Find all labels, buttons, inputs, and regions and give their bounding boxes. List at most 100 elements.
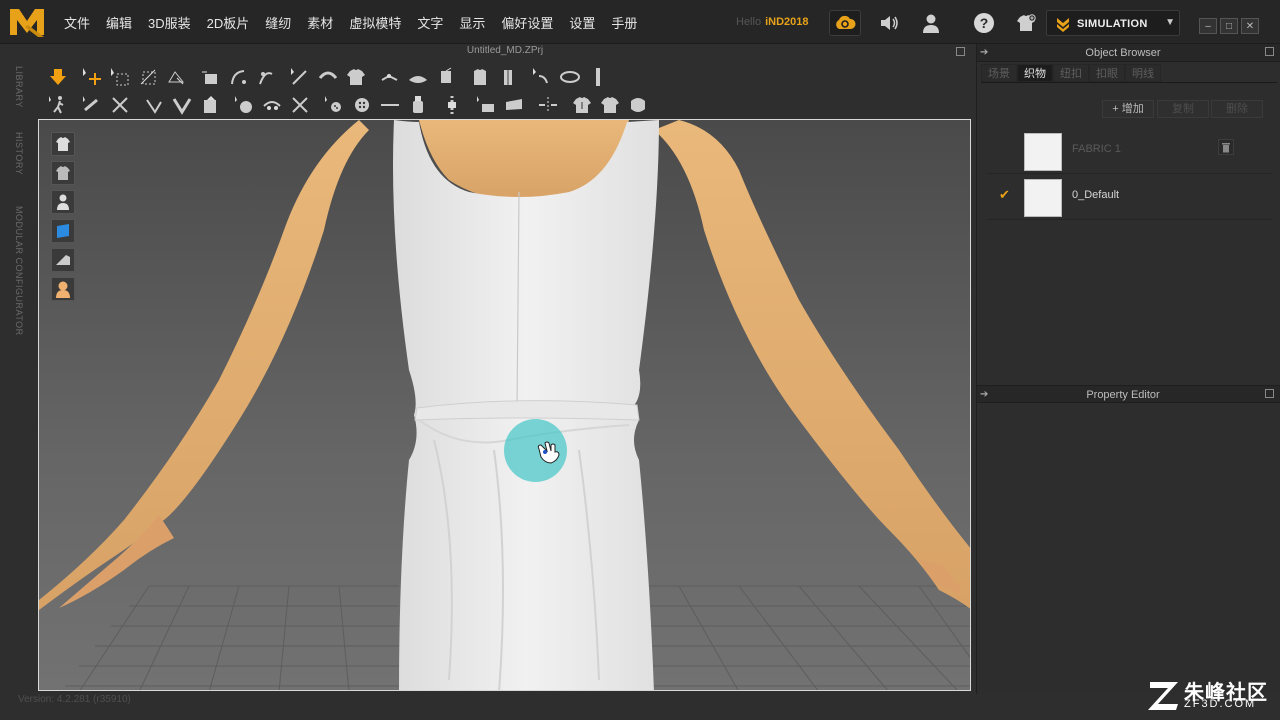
- zipper-puller-tool[interactable]: [404, 92, 432, 118]
- main-menu: 文件 编辑 3D服装 2D板片 缝纫 素材 虚拟模特 文字 显示 偏好设置 设置…: [56, 0, 645, 44]
- menu-sewing[interactable]: 缝纫: [257, 13, 299, 32]
- tab-topstitch[interactable]: 明线: [1125, 64, 1161, 82]
- menu-file[interactable]: 文件: [56, 13, 98, 32]
- help-button[interactable]: ?: [968, 10, 1000, 36]
- tab-fabric[interactable]: 织物: [1017, 64, 1053, 82]
- down-arrow-icon: [50, 69, 66, 85]
- graphic-tool[interactable]: [106, 92, 134, 118]
- fitting-tool[interactable]: [624, 92, 652, 118]
- view-shape-button[interactable]: [51, 248, 75, 272]
- menu-manual[interactable]: 手册: [603, 13, 645, 32]
- tab-library[interactable]: LIBRARY: [14, 66, 24, 108]
- select-button-tool[interactable]: [320, 92, 348, 118]
- maximize-button[interactable]: □: [1220, 18, 1238, 34]
- topstitch-tool[interactable]: [168, 92, 196, 118]
- sound-button[interactable]: [873, 10, 905, 36]
- tab-modular-configurator[interactable]: MODULAR CONFIGURATOR: [14, 206, 24, 336]
- menu-2d-pattern[interactable]: 2D板片: [199, 13, 258, 32]
- add-fabric-button[interactable]: + 增加: [1102, 100, 1154, 118]
- garment-tool[interactable]: [342, 64, 370, 90]
- edit-texture-tool[interactable]: [78, 92, 106, 118]
- edit-seam-tool[interactable]: [286, 64, 314, 90]
- maximize-icon: □: [1225, 20, 1233, 32]
- tab-buttonhole[interactable]: 扣眼: [1089, 64, 1125, 82]
- pin-tool[interactable]: [432, 64, 460, 90]
- minimize-icon: –: [1205, 20, 1211, 32]
- measure-icon: [533, 68, 548, 84]
- select-avatar-tool[interactable]: [44, 92, 72, 118]
- fold-3d-icon: [231, 70, 246, 85]
- copy-fabric-button[interactable]: 复制: [1157, 100, 1209, 118]
- view-skin-button[interactable]: [51, 277, 75, 301]
- select-move-tool[interactable]: [78, 64, 106, 90]
- fold-3d-tool[interactable]: [224, 64, 252, 90]
- garment-store-button[interactable]: [1010, 10, 1042, 36]
- minimize-button[interactable]: –: [1199, 18, 1217, 34]
- hand-cursor-icon: [537, 441, 560, 464]
- menu-preferences[interactable]: 偏好设置: [493, 13, 561, 32]
- transform-mesh-tool[interactable]: [134, 64, 162, 90]
- tack-tool[interactable]: [376, 64, 404, 90]
- property-editor-expand-icon[interactable]: [1265, 389, 1274, 398]
- object-browser-header: ➔ Object Browser: [977, 44, 1280, 62]
- tab-button[interactable]: 纽扣: [1053, 64, 1089, 82]
- cloud-sync-button[interactable]: [829, 10, 861, 36]
- trim-icon: [146, 99, 162, 114]
- tape-measure-tool[interactable]: [556, 64, 584, 90]
- select-mesh-box-tool[interactable]: [106, 64, 134, 90]
- select-piping-tool[interactable]: [472, 92, 500, 118]
- simulation-chevron-icon: [1057, 18, 1069, 32]
- menu-materials[interactable]: 素材: [299, 13, 341, 32]
- viewport-expand-icon[interactable]: [956, 47, 965, 56]
- fold-garment-tool[interactable]: [568, 92, 596, 118]
- piping-tool[interactable]: [500, 92, 528, 118]
- object-browser-expand-icon[interactable]: [1265, 47, 1274, 56]
- unfold-3d-tool[interactable]: [252, 64, 280, 90]
- line-tool[interactable]: [376, 92, 404, 118]
- fitting-icon: [631, 98, 645, 112]
- menu-settings[interactable]: 设置: [561, 13, 603, 32]
- pencil-icon: [291, 68, 307, 85]
- account-button[interactable]: [915, 10, 947, 36]
- garment-fit-tool[interactable]: [596, 92, 624, 118]
- arrangement-point-tool[interactable]: [466, 64, 494, 90]
- menu-avatar[interactable]: 虚拟模特: [341, 13, 409, 32]
- buttonhole-tool[interactable]: [258, 92, 286, 118]
- fabric-list-item[interactable]: ✔ 0_Default: [987, 174, 1273, 220]
- measure-tool[interactable]: [528, 64, 556, 90]
- fabric-list-item[interactable]: FABRIC 1: [987, 128, 1273, 174]
- split-tool[interactable]: [534, 92, 562, 118]
- tab-history[interactable]: HISTORY: [14, 132, 24, 175]
- tack-on-avatar-tool[interactable]: [404, 64, 432, 90]
- transform-pattern-tool[interactable]: [162, 64, 190, 90]
- trim-tool[interactable]: [140, 92, 168, 118]
- garment-fit-icon: [601, 97, 619, 113]
- button-tool-2[interactable]: [348, 92, 376, 118]
- ruler-tool[interactable]: [584, 64, 612, 90]
- view-texture-button[interactable]: [51, 161, 75, 185]
- zipper-tool[interactable]: [286, 92, 314, 118]
- menu-text[interactable]: 文字: [409, 13, 451, 32]
- fold-arrangement-tool[interactable]: [196, 64, 224, 90]
- view-uv-button[interactable]: [51, 219, 75, 243]
- menu-edit[interactable]: 编辑: [98, 13, 140, 32]
- view-garment-button[interactable]: [51, 132, 75, 156]
- close-button[interactable]: ✕: [1241, 18, 1259, 34]
- brush-tool[interactable]: [314, 64, 342, 90]
- button-tool[interactable]: [230, 92, 258, 118]
- delete-fabric-button[interactable]: 删除: [1211, 100, 1263, 118]
- view-avatar-button[interactable]: [51, 190, 75, 214]
- tab-scene[interactable]: 场景: [981, 64, 1017, 82]
- simulation-arrow-tool[interactable]: [44, 64, 72, 90]
- show-avatar-tool[interactable]: [494, 64, 522, 90]
- left-side-tabs: LIBRARY HISTORY MODULAR CONFIGURATOR: [0, 44, 40, 694]
- 3d-viewport[interactable]: [38, 119, 971, 691]
- mode-selector[interactable]: SIMULATION ▼: [1046, 10, 1180, 36]
- zipper-slider-tool[interactable]: [438, 92, 466, 118]
- watermark: 朱峰社区 ZF3D.COM: [1146, 676, 1276, 716]
- puckering-tool[interactable]: [196, 92, 224, 118]
- fabric-delete-button[interactable]: [1218, 139, 1234, 155]
- menu-display[interactable]: 显示: [451, 13, 493, 32]
- brush-icon: [318, 71, 338, 79]
- menu-3d-garment[interactable]: 3D服装: [140, 13, 199, 32]
